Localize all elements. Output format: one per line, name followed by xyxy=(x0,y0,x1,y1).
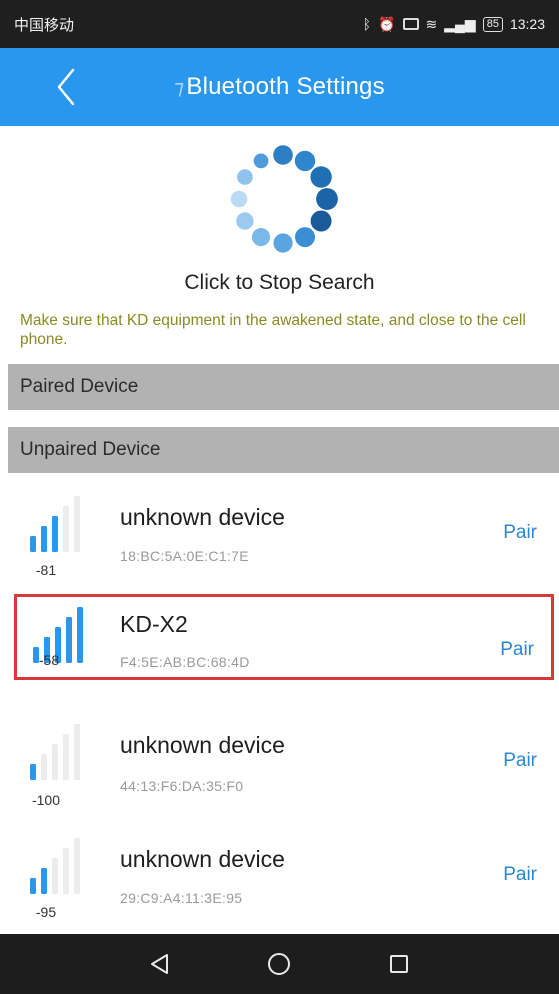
signal-strength-icon xyxy=(26,492,96,552)
screen: 中国移动 ᛒ ⏰ ≋ ▂▄▆ 85 13:23 ⁊ Bluetooth Sett… xyxy=(0,0,559,994)
signal-bar-active xyxy=(41,868,47,894)
spinner-dot xyxy=(251,228,271,247)
pair-button[interactable]: Pair xyxy=(500,639,534,661)
nav-back-button[interactable] xyxy=(130,939,190,989)
spinner-dot xyxy=(310,166,332,188)
device-name: unknown device xyxy=(120,846,285,872)
signal-bar-active xyxy=(41,526,47,552)
signal-strength-icon xyxy=(26,720,96,780)
pair-button[interactable]: Pair xyxy=(503,864,537,886)
device-mac: 18:BC:5A:0E:C1:7E xyxy=(120,548,249,564)
spinner-dot xyxy=(310,210,332,232)
signal-strength-icon xyxy=(26,834,96,894)
square-recents-icon xyxy=(390,955,409,973)
message-icon xyxy=(402,18,419,30)
device-mac: 29:C9:A4:11:3E:95 xyxy=(120,890,243,906)
app-bar: ⁊ Bluetooth Settings xyxy=(0,48,559,126)
spinner-dot xyxy=(236,212,254,230)
alarm-icon: ⏰ xyxy=(378,16,396,32)
search-hint: Make sure that KD equipment in the awake… xyxy=(20,312,526,348)
pair-button[interactable]: Pair xyxy=(503,522,537,544)
paired-device-header: Paired Device xyxy=(8,364,559,410)
device-row[interactable]: -95 unknown device 29:C9:A4:11:3E:95 Pai… xyxy=(8,820,559,928)
signal-bar-inactive xyxy=(74,838,80,894)
signal-bar-inactive xyxy=(52,744,58,780)
pair-button[interactable]: Pair xyxy=(503,750,537,772)
clock: 13:23 xyxy=(509,16,545,32)
bluetooth-title-icon: ⁊ xyxy=(174,76,185,99)
device-row[interactable]: -100 unknown device 44:13:F6:DA:35:F0 Pa… xyxy=(8,706,559,814)
bluetooth-icon: ᛒ xyxy=(362,16,372,32)
spinner-dot xyxy=(237,169,253,185)
signal-bar-inactive xyxy=(74,496,80,552)
nav-home-button[interactable] xyxy=(249,939,309,989)
signal-bar-active xyxy=(30,536,36,552)
system-nav-bar xyxy=(0,934,559,994)
signal-bar-inactive xyxy=(41,754,47,780)
signal-bar-inactive xyxy=(63,506,69,552)
signal-bars xyxy=(30,838,80,894)
spinner-dot xyxy=(295,227,315,248)
carrier-label: 中国移动 xyxy=(14,16,75,34)
signal-bars xyxy=(30,724,80,780)
triangle-back-icon xyxy=(150,954,168,974)
signal-bar-inactive xyxy=(52,858,58,894)
spinner-dot xyxy=(230,190,248,208)
spinner-dot xyxy=(273,145,293,165)
rssi-value: -100 xyxy=(31,792,61,808)
battery-icon: 85 xyxy=(482,16,503,32)
signal-bar-inactive xyxy=(74,724,80,780)
circle-home-icon xyxy=(268,953,291,975)
status-bar: 中国移动 ᛒ ⏰ ≋ ▂▄▆ 85 13:23 xyxy=(0,0,559,48)
device-row-highlighted[interactable]: -58 KD-X2 F4:5E:AB:BC:68:4D Pair xyxy=(14,594,554,680)
rssi-value: -58 xyxy=(38,652,60,668)
device-name: unknown device xyxy=(120,732,285,758)
spinner-dot xyxy=(253,153,269,169)
chevron-left-icon xyxy=(57,68,75,106)
stop-search-button[interactable]: Click to Stop Search xyxy=(0,126,559,311)
signal-bar-active xyxy=(30,878,36,894)
rssi-value: -95 xyxy=(35,904,57,920)
spinner-dot xyxy=(316,188,338,210)
device-row[interactable]: -81 unknown device 18:BC:5A:0E:C1:7E Pai… xyxy=(8,478,559,586)
status-icons: ᛒ ⏰ ≋ ▂▄▆ 85 13:23 xyxy=(363,16,545,32)
nav-recents-button[interactable] xyxy=(369,939,429,989)
loading-spinner-icon xyxy=(230,145,338,253)
stop-search-label: Click to Stop Search xyxy=(184,271,375,294)
spinner-dot xyxy=(273,233,293,253)
device-mac: F4:5E:AB:BC:68:4D xyxy=(120,654,250,670)
rssi-value: -81 xyxy=(35,562,57,578)
signal-bar-inactive xyxy=(63,848,69,894)
unpaired-device-header: Unpaired Device xyxy=(8,427,559,473)
device-name: unknown device xyxy=(120,504,285,530)
cell-signal-icon: ▂▄▆ xyxy=(444,16,476,32)
page-title: Bluetooth Settings xyxy=(186,73,385,100)
signal-bar-active xyxy=(77,607,83,663)
back-button[interactable] xyxy=(42,60,90,114)
wifi-icon: ≋ xyxy=(425,16,438,32)
signal-bar-active xyxy=(52,516,58,552)
signal-bar-inactive xyxy=(63,734,69,780)
spinner-dot xyxy=(294,150,316,172)
signal-bar-active xyxy=(30,764,36,780)
device-name: KD-X2 xyxy=(120,611,188,637)
signal-bars xyxy=(30,496,80,552)
device-mac: 44:13:F6:DA:35:F0 xyxy=(120,778,244,794)
